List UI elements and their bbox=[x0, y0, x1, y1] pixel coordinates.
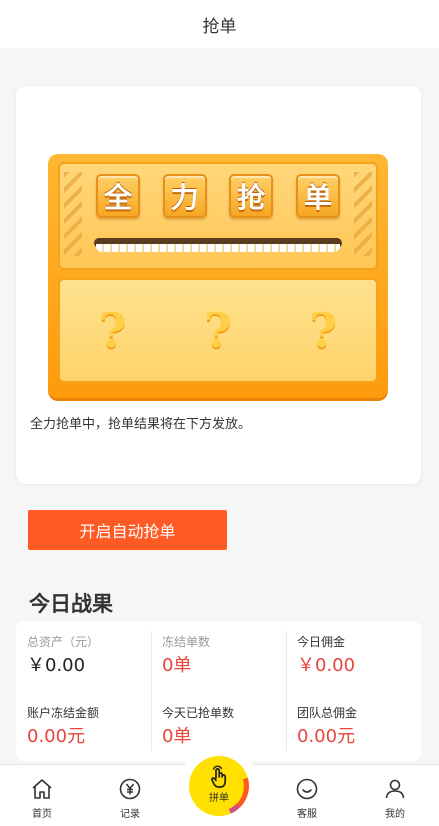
machine-tile: 力 bbox=[162, 174, 207, 218]
stat-frozen-orders: 冻结单数 0单 bbox=[151, 621, 286, 691]
tab-records[interactable]: 记录 bbox=[102, 777, 158, 820]
tab-profile[interactable]: 我的 bbox=[367, 777, 423, 820]
user-icon bbox=[385, 779, 405, 799]
slot-machine-illustration: 全 力 抢 单 ? ? ? bbox=[48, 154, 388, 398]
home-icon bbox=[32, 779, 52, 799]
yen-icon bbox=[119, 778, 141, 800]
stat-label: 账户冻结金额 bbox=[27, 706, 100, 720]
results-panel: 总资产（元） ￥0.00 冻结单数 0单 今日佣金 ￥0.00 账户冻结金额 0… bbox=[16, 621, 421, 761]
stat-value: 0单 bbox=[162, 655, 192, 676]
stat-value: ￥0.00 bbox=[297, 655, 356, 676]
chat-icon bbox=[296, 778, 318, 800]
stat-team-commission: 团队总佣金 0.00元 bbox=[286, 692, 421, 762]
page-title: 抢单 bbox=[202, 16, 237, 37]
stat-value: 0单 bbox=[162, 726, 192, 747]
tab-label: 记录 bbox=[120, 809, 140, 820]
stat-total-assets: 总资产（元） ￥0.00 bbox=[16, 621, 151, 691]
page-header: 抢单 bbox=[0, 0, 439, 48]
stat-label: 团队总佣金 bbox=[297, 706, 358, 720]
machine-slot-bar bbox=[94, 238, 342, 252]
stat-label: 今日佣金 bbox=[297, 635, 346, 649]
results-title: 今日战果 bbox=[29, 592, 113, 616]
tab-label: 客服 bbox=[297, 809, 317, 820]
question-mark-icon: ? bbox=[98, 302, 127, 359]
tab-label: 拼单 bbox=[209, 792, 229, 804]
question-mark-icon: ? bbox=[309, 302, 338, 359]
machine-tile: 抢 bbox=[229, 174, 274, 218]
stat-today-commission: 今日佣金 ￥0.00 bbox=[286, 621, 421, 691]
tab-group-order[interactable]: 拼单 bbox=[189, 756, 249, 816]
tab-label: 我的 bbox=[385, 809, 405, 820]
auto-grab-button[interactable]: 开启自动抢单 bbox=[28, 510, 227, 550]
machine-top-panel: 全 力 抢 单 bbox=[58, 162, 378, 270]
tile-row: 全 力 抢 单 bbox=[96, 174, 340, 218]
stat-frozen-amount: 账户冻结金额 0.00元 bbox=[16, 692, 151, 762]
grab-status-note: 全力抢单中，抢单结果将在下方发放。 bbox=[30, 417, 252, 432]
tab-service[interactable]: 客服 bbox=[279, 777, 335, 820]
tap-hand-icon bbox=[211, 765, 227, 788]
decorative-stripe bbox=[64, 172, 82, 256]
stat-label: 总资产（元） bbox=[27, 635, 100, 649]
stat-value: ￥0.00 bbox=[27, 655, 86, 676]
machine-tile: 单 bbox=[295, 174, 340, 218]
stat-label: 今天已抢单数 bbox=[162, 706, 235, 720]
tab-label: 首页 bbox=[32, 809, 52, 820]
decorative-stripe bbox=[354, 172, 372, 256]
stat-value: 0.00元 bbox=[297, 726, 356, 747]
stat-value: 0.00元 bbox=[27, 726, 86, 747]
machine-bottom-panel: ? ? ? bbox=[58, 278, 378, 383]
machine-tile: 全 bbox=[96, 174, 140, 218]
tab-home[interactable]: 首页 bbox=[14, 777, 70, 820]
question-mark-icon: ? bbox=[203, 302, 233, 359]
stat-label: 冻结单数 bbox=[162, 635, 211, 649]
grab-order-card: 全 力 抢 单 ? ? ? 全力抢单中，抢单结果将在下方发放。 bbox=[16, 86, 421, 484]
